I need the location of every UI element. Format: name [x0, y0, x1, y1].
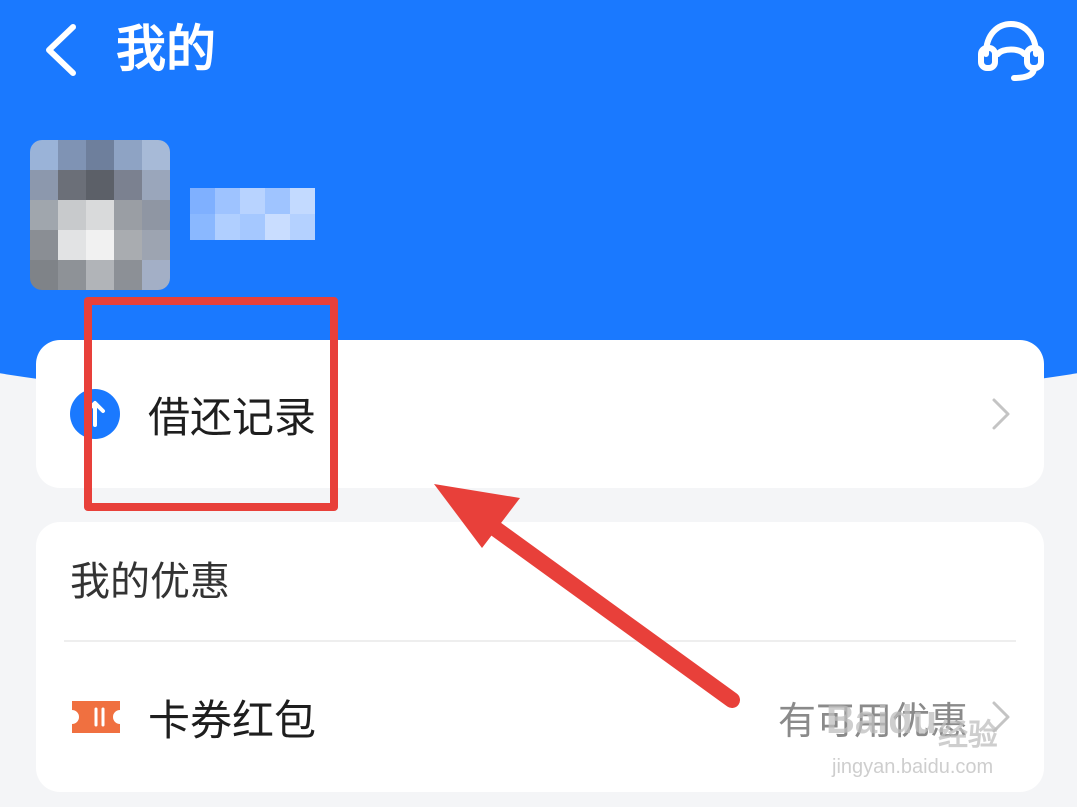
- customer-service-button[interactable]: [976, 18, 1046, 82]
- page-title: 我的: [116, 20, 216, 78]
- chevron-right-icon: [992, 398, 1010, 430]
- watermark: Baidu 经验 jingyan.baidu.com: [826, 690, 1026, 800]
- divider: [64, 640, 1016, 642]
- user-nickname: [190, 188, 315, 240]
- top-bar: 我的: [0, 0, 1077, 100]
- watermark-url: jingyan.baidu.com: [832, 756, 994, 778]
- watermark-brand-cn: 经验: [938, 718, 998, 753]
- back-button[interactable]: [30, 20, 90, 80]
- section-title: 我的优惠: [70, 559, 230, 605]
- annotation-highlight-box: [84, 297, 338, 511]
- screen: 我的 借还记录 我的优惠 卡券红包 有可用优惠 Baidu 经验 jingyan…: [0, 0, 1077, 807]
- avatar[interactable]: [30, 140, 170, 290]
- headset-icon: [978, 20, 1044, 81]
- back-arrow-icon: [46, 24, 76, 76]
- ticket-icon: [72, 701, 120, 733]
- watermark-brand: Baidu: [826, 698, 938, 742]
- coupon-label: 卡券红包: [148, 695, 317, 745]
